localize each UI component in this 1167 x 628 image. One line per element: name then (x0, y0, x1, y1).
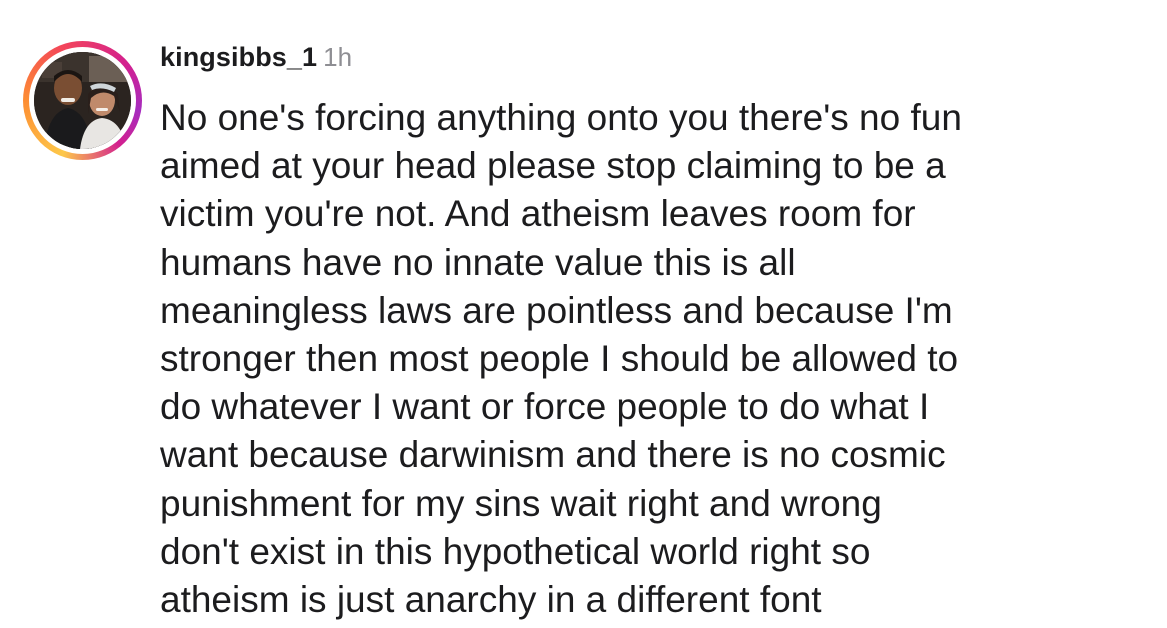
profile-photo-icon (34, 52, 131, 149)
comment-text-line: No one's forcing anything onto you there… (160, 97, 962, 138)
comment-body: No one's forcing anything onto you there… (160, 94, 1150, 624)
comment-text-line: don't exist in this hypothetical world r… (160, 530, 871, 572)
comment-text-line: humans have no innate value this is all (160, 241, 796, 283)
comment-text-line: do whatever I want or force people to do… (160, 386, 930, 428)
comment-text-line: punishment for my sins wait right and wr… (160, 482, 882, 524)
comment-text-line: victim you're not. And atheism leaves ro… (160, 193, 916, 235)
username-link[interactable]: kingsibbs_1 (160, 42, 317, 72)
comment-text-line: meaningless laws are pointless and becau… (160, 289, 953, 331)
comment: kingsibbs_1 1h No one's forcing anything … (0, 0, 1167, 628)
comment-text-line: want because darwinism and there is no c… (160, 434, 946, 476)
comment-text-line: aimed at your head please stop claiming … (160, 145, 946, 187)
story-ring[interactable] (23, 41, 142, 160)
timestamp: 1h (323, 42, 353, 72)
comment-text-line: atheism is just anarchy in a different f… (160, 579, 822, 621)
comment-text-line: stronger then most people I should be al… (160, 338, 959, 380)
avatar[interactable] (34, 52, 131, 149)
avatar-border (29, 47, 136, 154)
comment-header: kingsibbs_1 1h (160, 42, 352, 78)
